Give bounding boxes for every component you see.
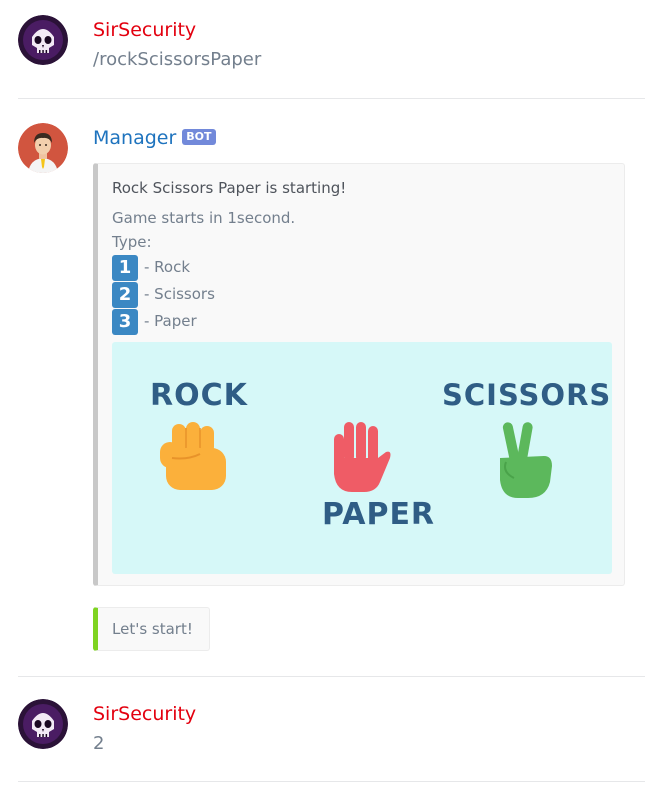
bot-badge: BOT [182, 128, 216, 145]
skull-icon [18, 15, 68, 65]
embed: Rock Scissors Paper is starting! Game st… [93, 163, 625, 586]
rock-title: ROCK [150, 378, 248, 413]
open-hand-icon [334, 422, 391, 492]
paper-title: PAPER [322, 497, 436, 532]
option-label: - Scissors [144, 285, 215, 303]
message-text: /rockScissorsPaper [93, 49, 262, 70]
option-label: - Paper [144, 312, 197, 330]
keycap-2-icon: 2 [112, 281, 138, 308]
followup-embed: Let's start! [93, 607, 210, 651]
embed-line-type: Type: [112, 233, 152, 251]
divider [18, 676, 645, 677]
person-icon [18, 123, 68, 173]
keycap-3-icon: 3 [112, 308, 138, 335]
username[interactable]: Manager BOT [93, 126, 216, 150]
scissors-title: SCISSORS [442, 378, 612, 412]
embed-line-countdown: Game starts in 1second. [112, 209, 296, 227]
option-row: 3 - Paper [112, 308, 295, 335]
embed-description: Game starts in 1second. Type: 1 - Rock 2… [112, 206, 295, 335]
skull-avatar[interactable] [18, 699, 68, 749]
followup-text: Let's start! [112, 620, 193, 638]
option-row: 1 - Rock [112, 254, 295, 281]
skull-icon [18, 699, 68, 749]
embed-title: Rock Scissors Paper is starting! [112, 179, 347, 197]
option-label: - Rock [144, 258, 191, 276]
option-row: 2 - Scissors [112, 281, 295, 308]
scissors-hand-icon [500, 422, 552, 498]
manager-avatar[interactable] [18, 123, 68, 173]
username-label[interactable]: Manager [93, 127, 176, 149]
message-text: 2 [93, 733, 105, 754]
skull-avatar[interactable] [18, 15, 68, 65]
keycap-1-icon: 1 [112, 254, 138, 281]
divider [18, 781, 645, 782]
username[interactable]: SirSecurity [93, 18, 196, 42]
embed-image[interactable]: ROCK SCISSORS PAPER [112, 342, 612, 574]
username[interactable]: SirSecurity [93, 702, 196, 726]
fist-icon [160, 422, 226, 490]
divider [18, 98, 645, 99]
